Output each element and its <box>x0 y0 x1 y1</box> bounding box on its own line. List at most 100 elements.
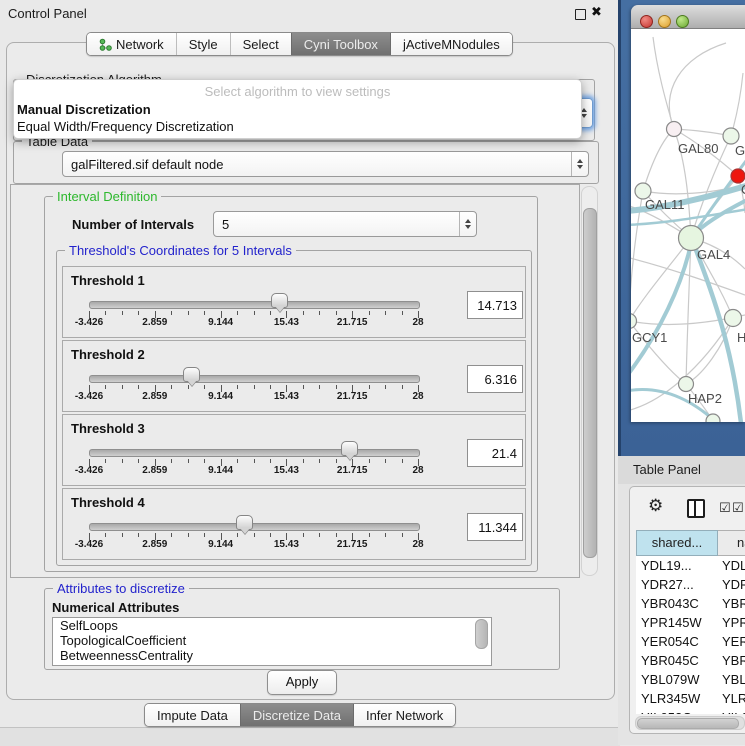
tab-style[interactable]: Style <box>176 33 230 55</box>
apply-button[interactable]: Apply <box>267 670 337 695</box>
panel-title: Control Panel <box>8 6 87 21</box>
edge-highlighted[interactable] <box>631 239 692 377</box>
tab-impute-data[interactable]: Impute Data <box>145 704 240 726</box>
slider-tick <box>319 459 320 463</box>
stepper-icon[interactable] <box>571 152 588 176</box>
edge[interactable] <box>643 129 674 191</box>
minimize-traffic-icon[interactable] <box>658 15 671 28</box>
tab-label: Network <box>116 37 164 52</box>
tab-infer-network[interactable]: Infer Network <box>353 704 455 726</box>
node[interactable] <box>725 310 742 327</box>
dropdown-item[interactable]: Manual Discretization <box>17 101 578 118</box>
dropdown-item[interactable]: Equal Width/Frequency Discretization <box>17 118 578 135</box>
table-row[interactable]: YLR345WYLR3... <box>636 689 745 708</box>
table-row[interactable]: YDR27...YDR2... <box>636 575 745 594</box>
column-header[interactable]: shared... <box>636 530 718 556</box>
vertical-scrollbar-thumb[interactable] <box>583 208 597 558</box>
attribute-list-item[interactable]: TopologicalCoefficient <box>53 633 491 648</box>
threshold-value-field[interactable]: 14.713 <box>467 291 523 319</box>
table-row[interactable]: YBR045CYBR0... <box>636 651 745 670</box>
node[interactable] <box>731 169 745 183</box>
slider-track[interactable] <box>89 523 420 531</box>
node[interactable] <box>631 314 637 329</box>
slider-tick <box>369 533 370 537</box>
tab-select[interactable]: Select <box>230 33 291 55</box>
table-cell: YLR345W <box>636 689 718 708</box>
slider-tick <box>319 385 320 389</box>
slider-tick <box>138 311 139 315</box>
node[interactable] <box>667 122 682 137</box>
close-traffic-icon[interactable] <box>640 15 653 28</box>
table-cell: YBR0... <box>718 651 745 670</box>
edge[interactable] <box>653 37 674 129</box>
threshold-value-field[interactable]: 21.4 <box>467 439 523 467</box>
split-columns-icon[interactable] <box>687 499 705 518</box>
table-row[interactable]: YDL19...YDL1... <box>636 556 745 575</box>
table-cell: YBR0... <box>718 594 745 613</box>
slider-thumb[interactable] <box>271 293 288 308</box>
checkbox-icon[interactable]: ☑ <box>732 500 744 516</box>
slider-tick <box>270 385 271 389</box>
tab-jactivemnodules[interactable]: jActiveMNodules <box>390 33 512 55</box>
slider-track[interactable] <box>89 301 420 309</box>
table-row[interactable]: YBL079WYBL0... <box>636 670 745 689</box>
tab-discretize-data[interactable]: Discretize Data <box>240 704 353 726</box>
slider-tick <box>188 459 189 463</box>
node[interactable] <box>723 128 739 144</box>
edge[interactable] <box>674 129 731 136</box>
column-header[interactable]: na... <box>718 530 745 556</box>
tab-network[interactable]: Network <box>87 33 176 55</box>
slider-tick-label: 15.43 <box>274 465 299 476</box>
node[interactable] <box>679 377 694 392</box>
attribute-list-item[interactable]: SelfLoops <box>53 618 491 633</box>
slider-thumb[interactable] <box>183 367 200 382</box>
network-canvas[interactable]: GAL80GACGAL11GAL4GCY1HHAP2 <box>631 29 745 422</box>
slider-tick <box>385 385 386 389</box>
threshold-value-field[interactable]: 6.316 <box>467 365 523 393</box>
node-label: HAP2 <box>688 391 722 406</box>
slider-tick <box>254 311 255 315</box>
group-title: Attributes to discretize <box>53 581 189 596</box>
slider-track[interactable] <box>89 375 420 383</box>
edge[interactable] <box>669 43 726 129</box>
slider-tick-label: -3.426 <box>75 391 103 402</box>
tab-label: Style <box>189 37 218 52</box>
horizontal-scrollbar-thumb[interactable] <box>637 718 739 729</box>
slider-tick <box>303 459 304 463</box>
threshold-value-field[interactable]: 11.344 <box>467 513 523 541</box>
number-of-intervals-combobox[interactable]: 5 <box>213 211 477 237</box>
slider-track[interactable] <box>89 449 420 457</box>
numerical-attributes-list[interactable]: SelfLoopsTopologicalCoefficientBetweenne… <box>52 617 492 666</box>
slider-tick-label: 21.715 <box>337 317 368 328</box>
stepper-icon[interactable] <box>459 212 476 236</box>
table-cell: YPR145W <box>636 613 718 632</box>
node-label: C <box>741 182 745 197</box>
close-icon[interactable]: ✖ <box>591 4 602 20</box>
table-data-combobox[interactable]: galFiltered.sif default node <box>62 151 589 177</box>
slider-tick <box>385 311 386 315</box>
table-data-combobox-value: galFiltered.sif default node <box>63 157 571 172</box>
slider-tick <box>138 533 139 537</box>
attribute-list-item[interactable]: BetweennessCentrality <box>53 648 491 663</box>
slider-tick-label: 15.43 <box>274 317 299 328</box>
table-row[interactable]: YPR145WYPR1... <box>636 613 745 632</box>
threshold-label: Threshold 2 <box>71 347 145 362</box>
checkbox-icon[interactable]: ☑ <box>719 500 731 516</box>
list-scrollbar-thumb[interactable] <box>475 619 488 649</box>
zoom-traffic-icon[interactable] <box>676 15 689 28</box>
slider-thumb[interactable] <box>236 515 253 530</box>
network-window-titlebar[interactable] <box>631 5 745 29</box>
float-window-icon[interactable] <box>575 9 586 20</box>
gear-icon[interactable]: ⚙ <box>648 496 663 516</box>
slider-tick-label: 28 <box>412 465 423 476</box>
slider-thumb[interactable] <box>341 441 358 456</box>
node[interactable] <box>706 414 720 422</box>
network-icon <box>99 38 112 51</box>
edge[interactable] <box>731 73 743 136</box>
slider-tick <box>336 311 337 315</box>
table-row[interactable]: YER054CYER0... <box>636 632 745 651</box>
table-row[interactable]: YIL052CYIL0... <box>636 708 745 714</box>
tab-cyni-toolbox[interactable]: Cyni Toolbox <box>291 33 390 55</box>
table-row[interactable]: YBR043CYBR0... <box>636 594 745 613</box>
table-body: YDL19...YDL1...YDR27...YDR2...YBR043CYBR… <box>636 556 745 714</box>
